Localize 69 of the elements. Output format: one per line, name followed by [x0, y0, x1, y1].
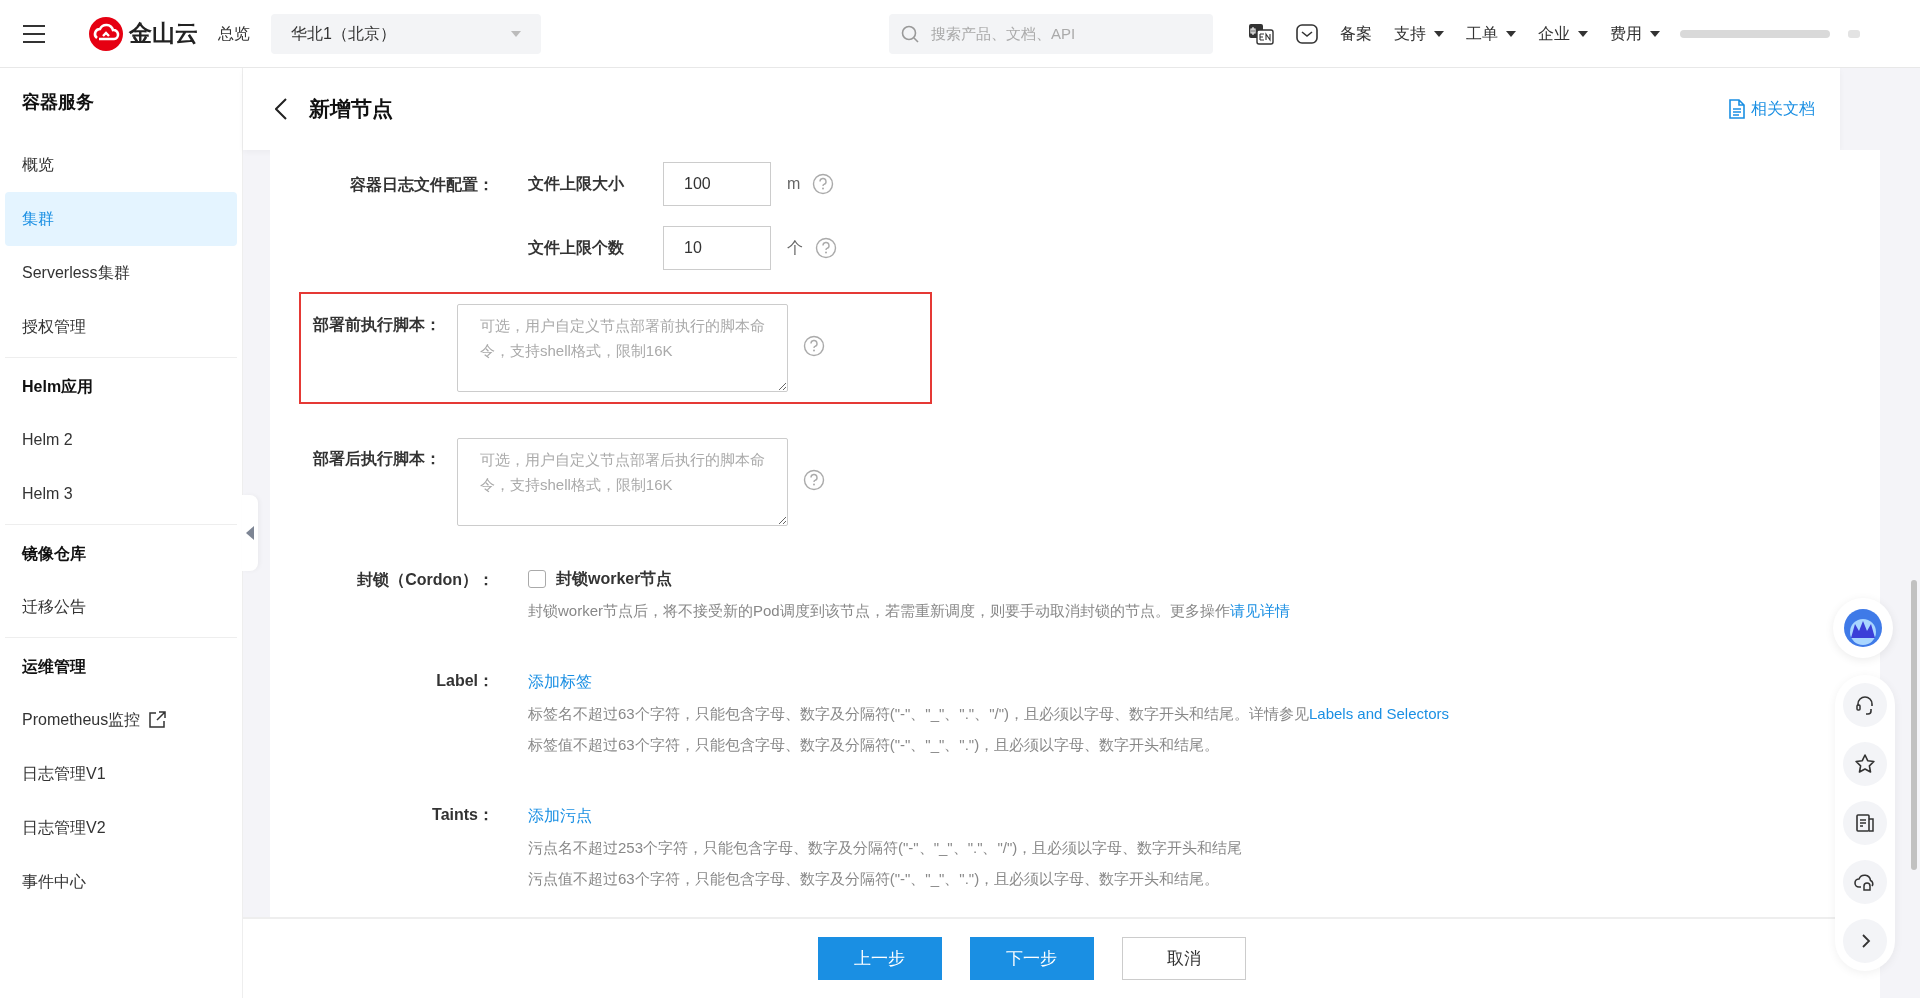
script-field[interactable]: 可选，用户自定义节点部署前执行的脚本命令，支持shell格式，限制16K — [457, 304, 788, 392]
document-icon[interactable] — [1843, 801, 1887, 845]
logo-icon[interactable] — [88, 15, 124, 52]
search-field[interactable]: 搜索产品、文档、API — [889, 13, 1213, 54]
hint-text: 污点名不超过253个字符，只能包含字母、数字及分隔符("-"、"_"、"."、"/")，且必须以字母、数字开头和结尾 — [528, 838, 1244, 858]
logo-text[interactable]: 金山云 — [129, 16, 198, 51]
sidebar-item[interactable]: Helm 3 — [5, 467, 237, 521]
external-link-icon — [148, 711, 167, 729]
overview-link[interactable]: 总览 — [218, 21, 250, 46]
cloud-bell-icon[interactable] — [1843, 860, 1887, 904]
language-icon[interactable] — [1248, 22, 1274, 45]
sidebar-heading: Helm应用 — [21, 377, 95, 397]
sidebar-item[interactable]: Helm 2 — [5, 413, 237, 467]
field-label: 文件上限个数 — [528, 238, 625, 258]
detail-link[interactable]: 请见详情 — [1229, 602, 1290, 619]
docs-link[interactable]: 相关文档 — [1729, 97, 1815, 121]
add-link[interactable]: 添加污点 — [528, 803, 592, 829]
caret-icon — [1578, 30, 1588, 37]
caret-icon — [1434, 30, 1444, 37]
detail-link[interactable]: Labels and Selectors — [1308, 705, 1450, 722]
sidebar-heading: 运维管理 — [21, 657, 87, 677]
menu-icon[interactable] — [22, 23, 46, 44]
document-icon — [1729, 99, 1745, 119]
nav-link[interactable]: 企业 — [1538, 21, 1588, 46]
script-field[interactable]: 可选，用户自定义节点部署后执行的脚本命令，支持shell格式，限制16K — [457, 438, 788, 526]
nav-link[interactable]: 备案 — [1340, 21, 1372, 46]
sidebar-item[interactable]: 事件中心 — [5, 855, 237, 909]
caret-icon — [1506, 30, 1516, 37]
nav-link[interactable]: 费用 — [1610, 21, 1660, 46]
message-icon[interactable] — [1296, 23, 1318, 44]
sidebar-title: 容器服务 — [21, 91, 95, 114]
cordon-checkbox[interactable]: 封锁worker节点 — [528, 566, 1488, 592]
page-title: 新增节点 — [309, 96, 393, 123]
sidebar-item[interactable]: 日志管理V2 — [5, 801, 237, 855]
scrollbar-thumb[interactable] — [1911, 580, 1917, 870]
unit-label: m — [787, 174, 801, 194]
hint-text: 污点值不超过63个字符，只能包含字母、数字及分隔符("-"、"_"、".")，且必须以字母、数字开头和结尾。 — [528, 869, 1221, 889]
field-label: 部署前执行脚本： — [312, 315, 441, 335]
field-label: 文件上限大小 — [528, 174, 625, 194]
sidebar-item[interactable]: 概览 — [5, 138, 237, 192]
caret-icon — [511, 30, 521, 37]
field-label: 封锁（Cordon）： — [356, 570, 495, 590]
back-icon[interactable] — [275, 98, 287, 120]
headset-icon[interactable] — [1843, 683, 1887, 727]
sidebar-item[interactable]: 授权管理 — [5, 300, 237, 354]
input-field[interactable]: 10 — [663, 226, 771, 270]
hint-text: 标签值不超过63个字符，只能包含字母、数字及分隔符("-"、"_"、".")，且必须以字母、数字开头和结尾。 — [528, 735, 1221, 755]
unit-label: 个 — [787, 238, 803, 258]
sidebar-item[interactable]: Prometheus监控 — [5, 693, 237, 747]
sidebar-heading: 镜像仓库 — [20, 544, 87, 564]
nav-link[interactable]: 支持 — [1394, 21, 1444, 46]
add-link[interactable]: 添加标签 — [528, 669, 592, 695]
sidebar-item[interactable]: 日志管理V1 — [5, 747, 237, 801]
input-field[interactable]: 100 — [663, 162, 771, 206]
hint-text: 标签名不超过63个字符，只能包含字母、数字及分隔符("-"、"_"、"."、"/")，且必须以字母、数字开头和结尾。详情参见Labels and Selectors — [528, 704, 1451, 724]
field-label: Label： — [435, 671, 495, 691]
hint-text: 封锁worker节点后，将不接受新的Pod调度到该节点，若需重新调度，则要手动取消封锁的节点。更多操作请见详情 — [528, 601, 1291, 621]
region-select[interactable]: 华北1（北京） — [271, 13, 541, 54]
nav-link[interactable]: 工单 — [1466, 21, 1516, 46]
sidebar-item[interactable]: Serverless集群 — [5, 246, 237, 300]
cancel-button[interactable]: 取消 — [1121, 937, 1246, 980]
search-icon — [901, 24, 919, 43]
field-label: 部署后执行脚本： — [312, 449, 441, 469]
field-label: 容器日志文件配置： — [349, 175, 495, 195]
sidebar-item[interactable]: 迁移公告 — [5, 580, 237, 634]
field-label: Taints： — [431, 805, 495, 825]
caret-icon — [1650, 30, 1660, 37]
collapse-handle[interactable] — [242, 495, 258, 571]
mascot-icon — [1843, 608, 1883, 648]
